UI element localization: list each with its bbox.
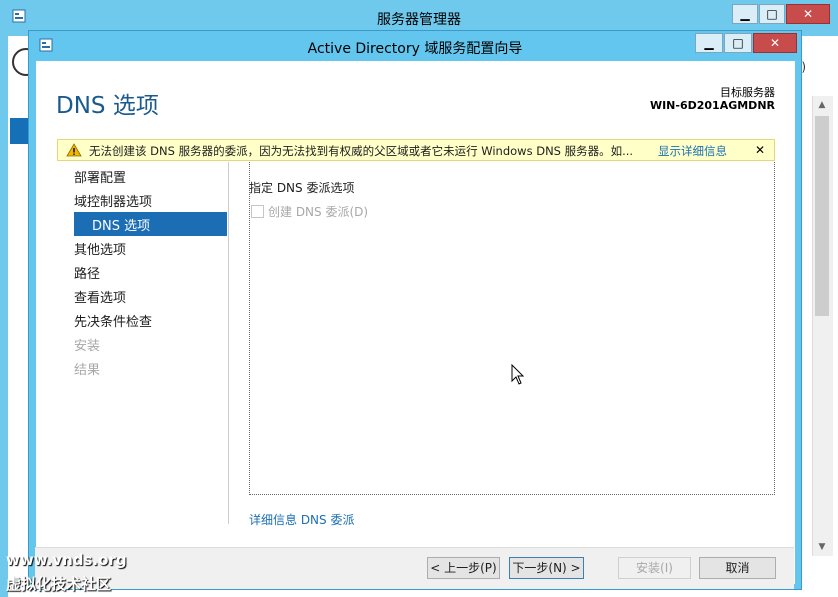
warning-bar: 无法创建该 DNS 服务器的委派，因为无法找到有权威的父区域或者它未运行 Win… bbox=[57, 139, 775, 161]
dns-delegation-heading: 指定 DNS 委派选项 bbox=[249, 181, 355, 195]
cancel-button[interactable]: 取消 bbox=[699, 557, 776, 579]
page-title: DNS 选项 bbox=[56, 93, 159, 119]
server-manager-minimize-button[interactable]: ▁ bbox=[732, 4, 758, 24]
warning-triangle-icon bbox=[66, 143, 82, 157]
previous-button[interactable]: < 上一步(P) bbox=[427, 557, 500, 579]
target-server-label: 目标服务器 bbox=[720, 86, 775, 99]
create-dns-delegation-label[interactable]: 创建 DNS 委派(D) bbox=[268, 203, 368, 220]
scroll-up-arrow-icon[interactable]: ▲ bbox=[812, 96, 832, 114]
nav-divider bbox=[228, 162, 229, 524]
watermark-url: www.vnds.org bbox=[6, 551, 127, 569]
create-dns-delegation-checkbox[interactable] bbox=[251, 205, 264, 218]
nav-item-review-options[interactable]: 查看选项 bbox=[74, 287, 126, 306]
nav-item-dc-options[interactable]: 域控制器选项 bbox=[74, 191, 152, 210]
scroll-down-arrow-icon[interactable]: ▼ bbox=[812, 538, 832, 556]
server-manager-title: 服务器管理器 bbox=[377, 12, 461, 28]
install-button: 安装(I) bbox=[618, 557, 691, 579]
target-server-value: WIN-6D201AGMDNR bbox=[649, 99, 775, 112]
warning-close-icon[interactable]: ✕ bbox=[752, 142, 768, 158]
nav-item-deployment-config[interactable]: 部署配置 bbox=[74, 167, 126, 186]
mouse-pointer-icon bbox=[511, 364, 525, 385]
wizard-maximize-button[interactable]: □ bbox=[724, 33, 752, 53]
show-details-link[interactable]: 显示详细信息 bbox=[658, 143, 727, 159]
nav-item-dns-options[interactable]: DNS 选项 bbox=[92, 215, 150, 234]
watermark-community: 虚拟化技术社区 bbox=[6, 575, 112, 593]
warning-text: 无法创建该 DNS 服务器的委派，因为无法找到有权威的父区域或者它未运行 Win… bbox=[89, 144, 634, 158]
nav-item-prerequisites-check[interactable]: 先决条件检查 bbox=[74, 311, 152, 330]
wizard-minimize-button[interactable]: ▁ bbox=[695, 33, 723, 53]
scrollbar-thumb[interactable] bbox=[815, 116, 829, 316]
nav-item-paths[interactable]: 路径 bbox=[74, 263, 100, 282]
nav-item-installation: 安装 bbox=[74, 339, 101, 354]
wizard-title: Active Directory 域服务配置向导 bbox=[307, 41, 523, 57]
nav-item-additional-options[interactable]: 其他选项 bbox=[74, 239, 126, 258]
next-button[interactable]: 下一步(N) > bbox=[509, 557, 584, 579]
wizard-close-button[interactable]: ✕ bbox=[753, 33, 797, 53]
server-manager-nav-selected-strip bbox=[10, 118, 30, 144]
dns-delegation-more-info-link[interactable]: 详细信息 DNS 委派 bbox=[249, 511, 354, 528]
nav-item-results: 结果 bbox=[74, 363, 101, 378]
server-manager-maximize-button[interactable]: □ bbox=[759, 4, 785, 24]
server-manager-close-button[interactable]: ✕ bbox=[786, 4, 830, 24]
